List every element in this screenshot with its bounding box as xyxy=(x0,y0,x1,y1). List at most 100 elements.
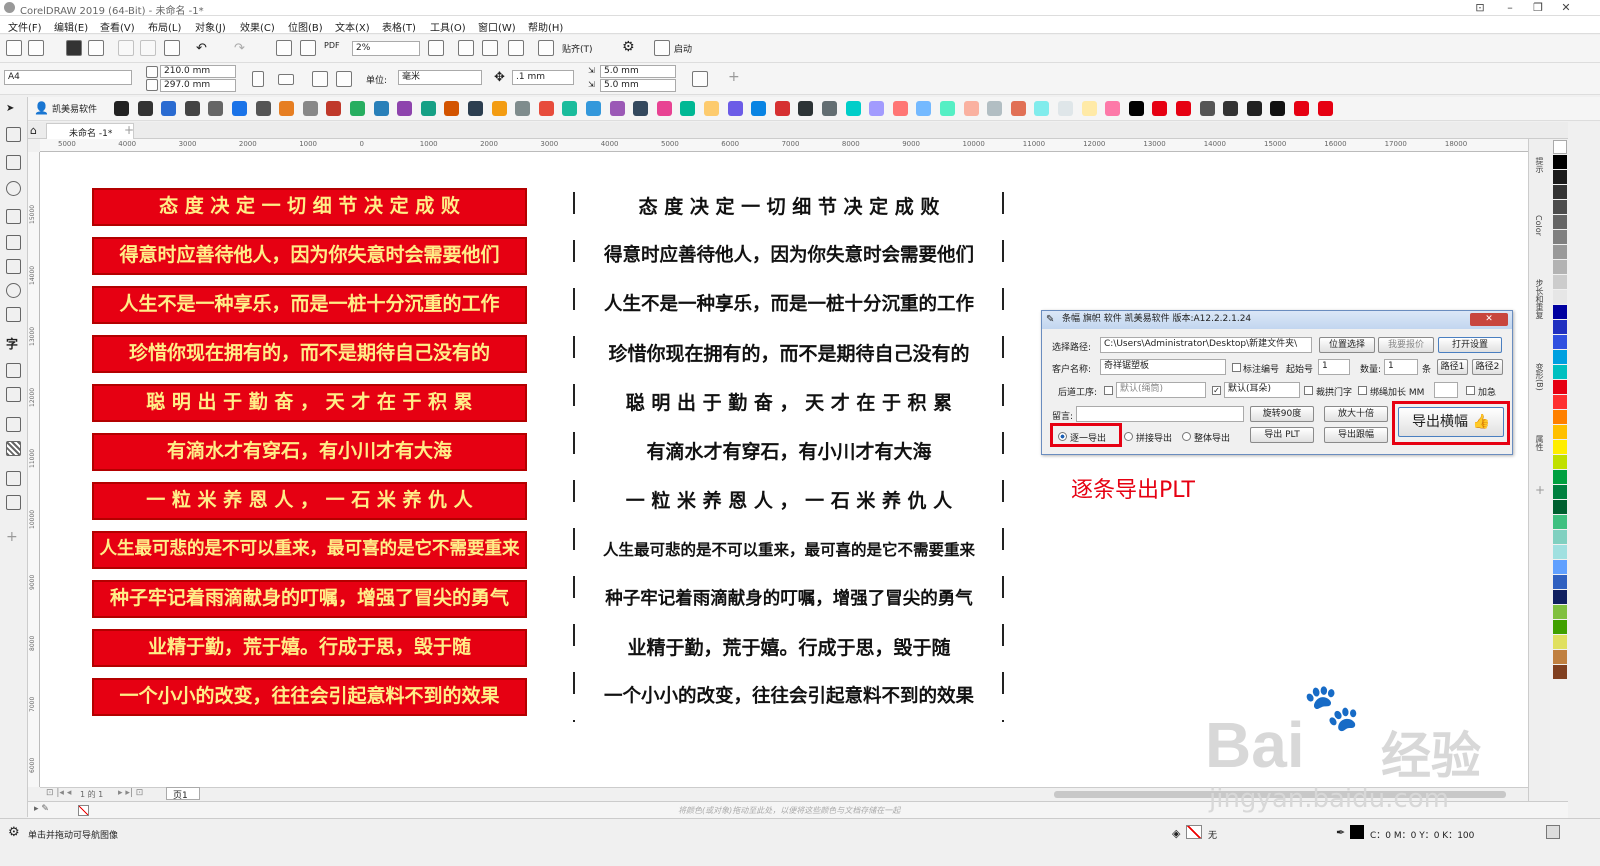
menu-text[interactable]: 文本(X) xyxy=(335,19,370,34)
dialog-close-button[interactable]: ✕ xyxy=(1470,313,1508,326)
ellipse-tool-icon[interactable] xyxy=(6,283,21,298)
plugin-tool-icon[interactable] xyxy=(397,101,413,116)
rectangle-tool-icon[interactable] xyxy=(6,259,21,274)
horizontal-ruler[interactable]: 5000 4000 3000 2000 1000 0 1000 2000 3000 4000 500… xyxy=(40,139,1528,152)
palette-swatch[interactable] xyxy=(1553,365,1567,379)
plugin-tool-icon[interactable] xyxy=(208,101,224,116)
page-height-field[interactable]: 297.0 mm xyxy=(160,79,236,92)
palette-swatch[interactable] xyxy=(1553,290,1567,304)
plugin-tool-icon[interactable] xyxy=(279,101,295,116)
launch-dropdown[interactable]: 启动 xyxy=(674,42,692,55)
save-icon[interactable] xyxy=(66,40,82,56)
rotate-90-button[interactable]: 旋转90度 xyxy=(1250,406,1314,422)
user-icon[interactable]: 👤 xyxy=(34,101,49,115)
pick-tool-icon[interactable]: ➤ xyxy=(6,103,21,118)
open-icon[interactable] xyxy=(28,40,44,56)
palette-swatch[interactable] xyxy=(1553,380,1567,394)
help-icon[interactable]: ⊡ xyxy=(1466,0,1494,16)
full-screen-icon[interactable] xyxy=(458,40,474,56)
palette-swatch[interactable] xyxy=(1553,335,1567,349)
palette-swatch[interactable] xyxy=(1553,230,1567,244)
close-button[interactable]: ✕ xyxy=(1552,0,1580,16)
palette-swatch[interactable] xyxy=(1553,275,1567,289)
connector-tool-icon[interactable] xyxy=(6,387,21,402)
plugin-tool-icon[interactable] xyxy=(680,101,696,116)
ear-checkbox[interactable]: ✓ xyxy=(1212,386,1221,395)
status-gear-icon[interactable]: ⚙ xyxy=(8,825,20,840)
start-number-field[interactable]: 1 xyxy=(1318,359,1350,375)
banner-text[interactable]: 种子牢记着雨滴献身的叮嘱，增强了冒尖的勇气 xyxy=(602,582,976,616)
banner-text[interactable]: 人生最可悲的是不可以重来，最可喜的是它不需要重来 xyxy=(602,533,976,567)
plugin-tool-icon[interactable] xyxy=(940,101,955,116)
export-icon[interactable] xyxy=(300,40,316,56)
plugin-tool-icon[interactable] xyxy=(1105,101,1121,116)
plugin-tool-icon[interactable] xyxy=(751,101,767,116)
process-select[interactable]: 默认(绳筒) xyxy=(1116,382,1206,398)
red-banner[interactable]: 珍惜你现在拥有的，而不是期待自己没有的 xyxy=(92,335,527,373)
plugin-tool-icon[interactable] xyxy=(1199,101,1215,116)
menu-edit[interactable]: 编辑(E) xyxy=(54,19,88,34)
palette-swatch[interactable] xyxy=(1553,545,1567,559)
red-banner[interactable]: 业精于勤，荒于嬉。行成于思，毁于随 xyxy=(92,629,527,667)
plugin-tool-icon[interactable] xyxy=(161,101,177,116)
doc-palette-arrows-icon[interactable]: ▸ ✎ xyxy=(34,804,49,814)
plugin-tool-icon[interactable] xyxy=(420,101,436,116)
plugin-tool-icon[interactable] xyxy=(1317,101,1333,116)
menu-object[interactable]: 对象(J) xyxy=(195,19,226,34)
plugin-tool-icon[interactable] xyxy=(1058,101,1073,116)
ear-select[interactable]: 默认(耳朵) xyxy=(1224,382,1300,398)
show-grid-icon[interactable] xyxy=(482,40,498,56)
plugin-tool-icon[interactable] xyxy=(586,101,601,116)
palette-swatch[interactable] xyxy=(1553,650,1567,664)
menu-window[interactable]: 窗口(W) xyxy=(478,19,516,34)
menu-table[interactable]: 表格(T) xyxy=(382,19,416,34)
palette-swatch[interactable] xyxy=(1553,530,1567,544)
plugin-tool-icon[interactable] xyxy=(137,101,153,116)
banner-text[interactable]: 业精于勤，荒于嬉。行成于思，毁于随 xyxy=(602,631,976,665)
paste-icon[interactable] xyxy=(164,40,180,56)
minimize-button[interactable]: – xyxy=(1496,0,1524,16)
snap-to-dropdown[interactable]: 贴齐(T) xyxy=(562,42,593,55)
plugin-tool-icon[interactable] xyxy=(916,101,932,116)
polygon-tool-icon[interactable] xyxy=(6,307,21,322)
dock-tab-transform[interactable]: 变形(B) xyxy=(1534,363,1545,391)
vertical-ruler[interactable]: 15000 14000 13000 12000 11000 10000 9000 8000 70… xyxy=(28,152,40,787)
rope-extend-checkbox[interactable] xyxy=(1358,386,1367,395)
crop-tool-icon[interactable] xyxy=(6,155,21,170)
red-banner[interactable]: 一个小小的改变，往往会引起意料不到的效果 xyxy=(92,678,527,716)
plugin-tool-icon[interactable] xyxy=(869,101,885,116)
add-icon[interactable]: + xyxy=(728,69,740,85)
urgent-checkbox[interactable] xyxy=(1466,386,1475,395)
plugin-tool-icon[interactable] xyxy=(1010,101,1026,116)
quote-button[interactable]: 我要报价 xyxy=(1378,337,1434,353)
cut-door-checkbox[interactable] xyxy=(1304,386,1313,395)
shape-tool-icon[interactable] xyxy=(6,127,21,142)
red-banner[interactable]: 态 度 决 定 一 切 细 节 决 定 成 败 xyxy=(92,188,527,226)
duplicate-distance-y-field[interactable]: 5.0 mm xyxy=(600,79,676,92)
note-field[interactable] xyxy=(1076,406,1244,422)
zoom-page-icon[interactable] xyxy=(428,40,444,56)
customer-select[interactable]: 奇祥锯塑板 xyxy=(1100,359,1226,375)
export-plt-button[interactable]: 导出 PLT xyxy=(1250,427,1314,443)
plugin-tool-icon[interactable] xyxy=(1081,101,1097,116)
plugin-tool-icon[interactable] xyxy=(609,101,625,116)
text-tool-icon[interactable]: 字 xyxy=(6,335,21,351)
portrait-icon[interactable] xyxy=(252,71,264,87)
menu-tools[interactable]: 工具(O) xyxy=(430,19,466,34)
copy-icon[interactable] xyxy=(140,40,156,56)
plugin-tool-icon[interactable] xyxy=(326,101,342,116)
plugin-tool-icon[interactable] xyxy=(1270,101,1286,116)
palette-swatch[interactable] xyxy=(1553,425,1567,439)
import-icon[interactable] xyxy=(276,40,292,56)
plugin-tool-icon[interactable] xyxy=(444,101,460,116)
redo-icon[interactable]: ↷ xyxy=(234,41,245,56)
red-banner[interactable]: 人生最可悲的是不可以重来，最可喜的是它不需要重来 xyxy=(92,531,527,569)
banner-text[interactable]: 得意时应善待他人，因为你失意时会需要他们 xyxy=(602,239,976,273)
plugin-tool-icon[interactable] xyxy=(892,101,908,116)
units-select[interactable]: 毫米 xyxy=(398,70,482,85)
palette-swatch[interactable] xyxy=(1553,455,1567,469)
palette-swatch[interactable] xyxy=(1553,665,1567,679)
plugin-tool-icon[interactable] xyxy=(255,101,271,116)
palette-swatch[interactable] xyxy=(1553,200,1567,214)
dock-tab-hints[interactable]: 提示 xyxy=(1534,157,1545,173)
